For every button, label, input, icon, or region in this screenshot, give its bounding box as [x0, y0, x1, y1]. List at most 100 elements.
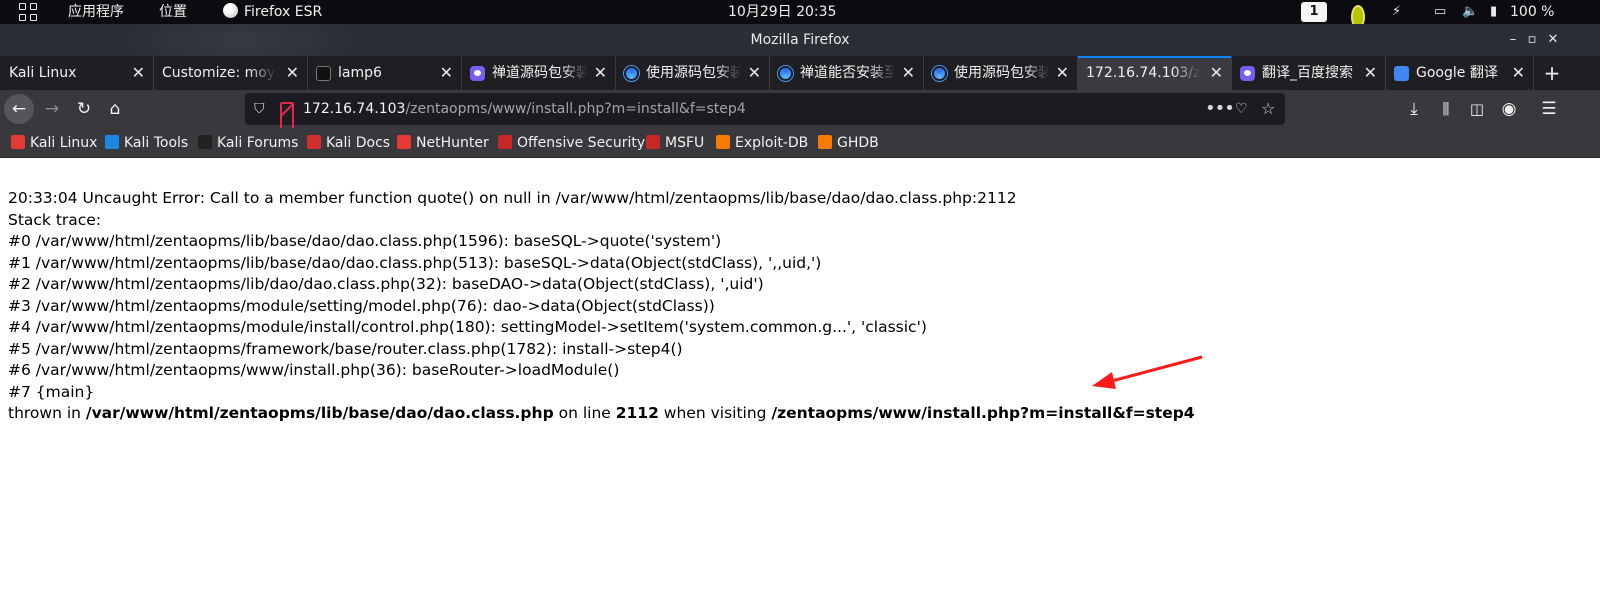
forward-arrow-icon[interactable]: →	[37, 94, 67, 124]
clock[interactable]: 10月29日 20:35	[728, 0, 836, 24]
workspace-indicator[interactable]: 1	[1301, 2, 1327, 22]
back-arrow-icon[interactable]: ←	[4, 94, 34, 124]
swirl-favicon-icon	[778, 66, 793, 81]
tab-close-icon[interactable]: ✕	[1364, 56, 1377, 90]
tab-label: lamp6	[338, 65, 382, 81]
pocket-icon[interactable]: ♡	[1235, 93, 1248, 125]
page-actions-ellipsis-icon[interactable]: •••	[1205, 93, 1235, 125]
tab-customize[interactable]: Customize: moyo ✕	[154, 56, 308, 90]
bookmark-label: GHDB	[837, 135, 879, 151]
bookmark-kali-tools[interactable]: Kali Tools	[105, 128, 188, 158]
tab-kali-linux[interactable]: Kali Linux ✕	[0, 56, 154, 90]
shield-icon[interactable]: ⛉	[254, 93, 265, 125]
swirl-favicon-icon	[624, 66, 639, 81]
exploit-db-icon	[716, 135, 730, 149]
volume-icon[interactable]: 🔈	[1462, 0, 1478, 24]
system-panel: 应用程序 位置 Firefox ESR 10月29日 20:35 1 ⚡ ▭ 🔈…	[0, 0, 1600, 29]
tab-lamp6[interactable]: lamp6 ✕	[308, 56, 462, 90]
baidu-paw-icon	[470, 66, 485, 81]
tab-label: Customize: moyo	[162, 65, 277, 81]
bookmark-label: NetHunter	[416, 135, 489, 151]
tab-active-install[interactable]: 172.16.74.103/zen ✕	[1078, 56, 1232, 90]
kali-bookmark-icon	[11, 135, 25, 149]
firefox-icon	[223, 3, 238, 18]
tab-close-icon[interactable]: ✕	[748, 56, 761, 90]
close-window-icon[interactable]: ✕	[1545, 32, 1561, 48]
menu-hamburger-icon[interactable]: ☰	[1534, 94, 1564, 124]
tab-close-icon[interactable]: ✕	[1512, 56, 1525, 90]
account-icon[interactable]: ◉	[1494, 94, 1524, 124]
bookmark-label: Kali Tools	[124, 135, 189, 151]
google-translate-icon	[1394, 66, 1409, 81]
navigation-toolbar: ← → ↻ ⌂ ⛉ 172.16.74.103/zentaopms/www/in…	[0, 90, 1600, 134]
lamp6-favicon-icon	[316, 66, 331, 81]
bookmark-nethunter[interactable]: NetHunter	[397, 128, 489, 158]
tab-close-icon[interactable]: ✕	[1056, 56, 1069, 90]
bookmark-kali-linux[interactable]: Kali Linux	[11, 128, 97, 158]
tab-label: 禅道源码包安装	[492, 65, 587, 81]
bookmark-msfu[interactable]: MSFU	[646, 128, 704, 158]
bookmark-label: Kali Docs	[326, 135, 391, 151]
offsec-icon	[498, 135, 512, 149]
tab-close-icon[interactable]: ✕	[902, 56, 915, 90]
red-annotation-arrow-icon	[1092, 355, 1203, 389]
display-icon[interactable]: ▭	[1434, 0, 1446, 24]
new-tab-plus-icon[interactable]: +	[1538, 56, 1566, 90]
tab-label: 禅道能否安装至	[800, 65, 895, 81]
tab-close-icon[interactable]: ✕	[286, 56, 299, 90]
url-text[interactable]: 172.16.74.103/zentaopms/www/install.php?…	[303, 93, 746, 125]
minimize-icon[interactable]: –	[1505, 32, 1521, 48]
applications-menu[interactable]: 应用程序	[68, 0, 124, 24]
bookmark-kali-docs[interactable]: Kali Docs	[307, 128, 390, 158]
bookmark-label: Offensive Security	[517, 135, 646, 151]
bookmark-label: Exploit-DB	[735, 135, 809, 151]
kali-tools-icon	[105, 135, 119, 149]
reload-icon[interactable]: ↻	[69, 94, 99, 124]
page-content: 20:33:04 Uncaught Error: Call to a membe…	[0, 159, 1600, 590]
tab-close-icon[interactable]: ✕	[132, 56, 145, 90]
downloads-icon[interactable]: ⤓	[1399, 94, 1429, 124]
network-icon[interactable]: ⚡	[1392, 0, 1401, 24]
bookmark-kali-forums[interactable]: Kali Forums	[198, 128, 298, 158]
firefox-taskbar-label: Firefox ESR	[244, 4, 323, 20]
bookmark-star-icon[interactable]: ☆	[1261, 93, 1275, 125]
swirl-favicon-icon	[932, 66, 947, 81]
window-titlebar: Mozilla Firefox – ▫ ✕	[0, 24, 1600, 56]
places-menu[interactable]: 位置	[159, 0, 187, 24]
firefox-taskbar-item[interactable]: Firefox ESR	[223, 0, 322, 24]
tab-label: 使用源码包安装	[646, 65, 741, 81]
maximize-icon[interactable]: ▫	[1524, 32, 1540, 48]
bookmarks-toolbar: Kali Linux Kali Tools Kali Forums Kali D…	[0, 128, 1600, 158]
tab-google-translate[interactable]: Google 翻译 ✕	[1386, 56, 1534, 90]
kali-forums-icon	[198, 135, 212, 149]
tab-close-icon[interactable]: ✕	[594, 56, 607, 90]
address-bar[interactable]: ⛉ 172.16.74.103/zentaopms/www/install.ph…	[245, 93, 1285, 134]
tab-label: Kali Linux	[9, 65, 77, 81]
msfu-icon	[646, 135, 660, 149]
bookmark-offensive-security[interactable]: Offensive Security	[498, 128, 645, 158]
bookmark-label: Kali Forums	[217, 135, 299, 151]
tab-label: 172.16.74.103/zen	[1086, 65, 1201, 81]
tab-zentao-source-install[interactable]: 禅道源码包安装 ✕	[462, 56, 616, 90]
tab-translate-baidu[interactable]: 翻译_百度搜索 ✕	[1232, 56, 1386, 90]
bookmark-label: Kali Linux	[30, 135, 98, 151]
sidebar-icon[interactable]: ◫	[1462, 94, 1492, 124]
bookmark-exploit-db[interactable]: Exploit-DB	[716, 128, 808, 158]
tab-source-install-1[interactable]: 使用源码包安装 ✕	[616, 56, 770, 90]
url-host: 172.16.74.103	[303, 101, 406, 117]
home-icon[interactable]: ⌂	[100, 94, 130, 124]
battery-level: 100 %	[1510, 4, 1555, 20]
tab-label: 使用源码包安装	[954, 65, 1049, 81]
tab-label: 翻译_百度搜索	[1262, 65, 1353, 81]
arrow-shaft	[1107, 355, 1203, 384]
tab-source-install-2[interactable]: 使用源码包安装 ✕	[924, 56, 1078, 90]
battery-icon[interactable]: ▮	[1490, 0, 1497, 24]
tab-close-icon[interactable]: ✕	[1210, 56, 1223, 90]
bookmark-label: MSFU	[665, 135, 705, 151]
tab-close-icon[interactable]: ✕	[440, 56, 453, 90]
tab-label: Google 翻译	[1416, 65, 1498, 81]
bookmark-ghdb[interactable]: GHDB	[818, 128, 879, 158]
tab-zentao-can-install[interactable]: 禅道能否安装至 ✕	[770, 56, 924, 90]
kali-docs-icon	[307, 135, 321, 149]
library-icon[interactable]: ⫼	[1431, 94, 1461, 124]
